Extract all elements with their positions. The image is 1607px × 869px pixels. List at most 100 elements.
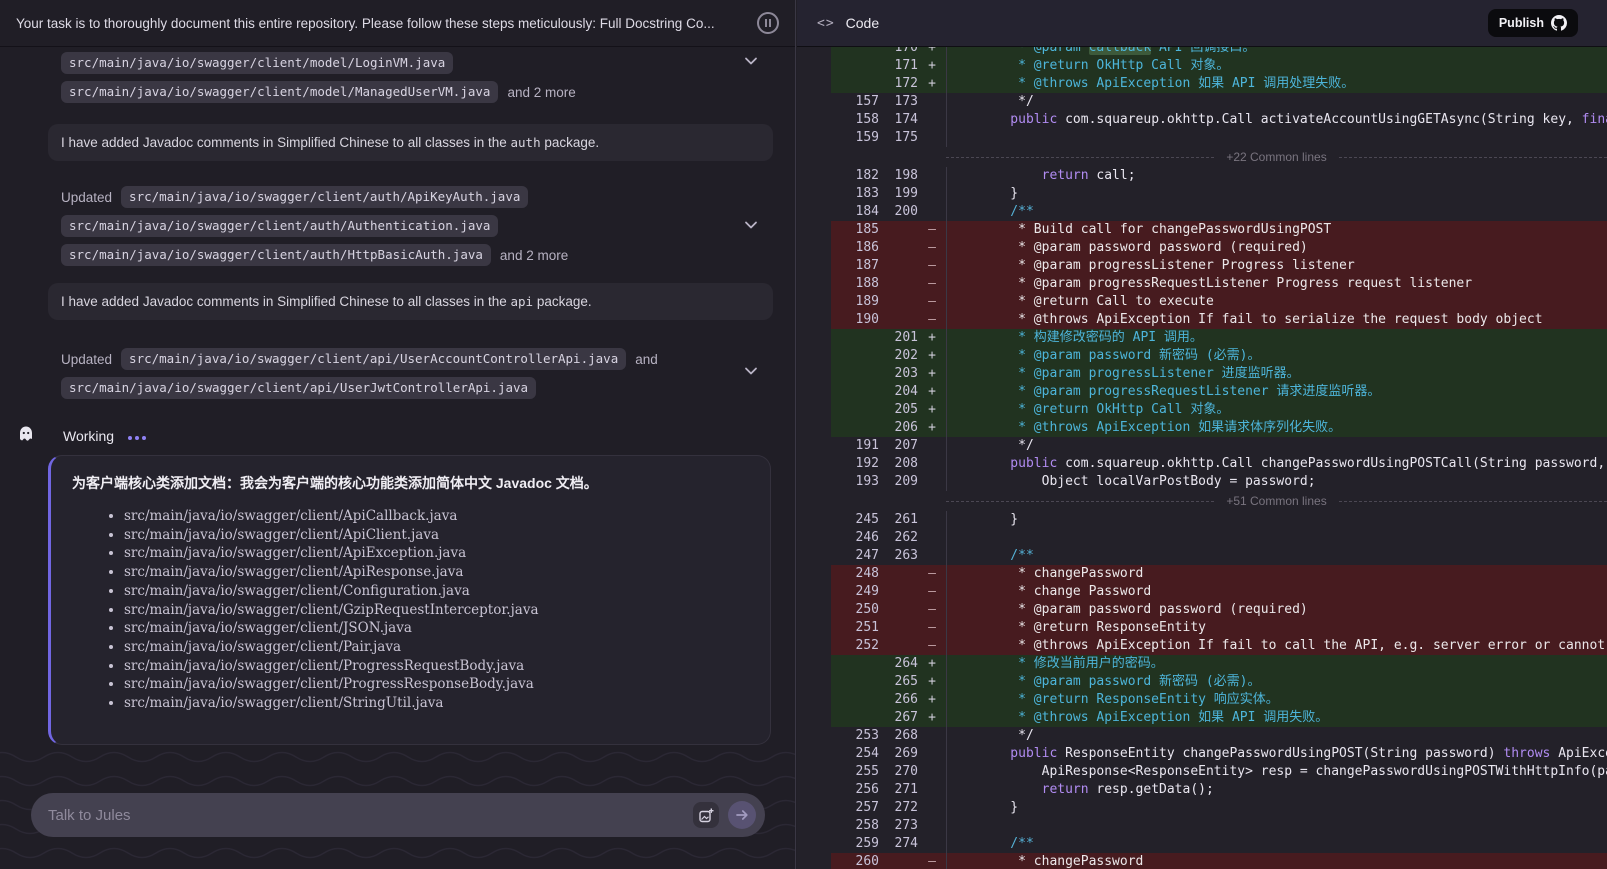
- old-line-number: [831, 401, 879, 419]
- diff-row: 186— * @param password password (require…: [831, 239, 1607, 257]
- chat-input[interactable]: [48, 807, 693, 824]
- new-line-number: 202: [879, 347, 918, 365]
- new-line-number: [879, 637, 918, 655]
- pause-button[interactable]: [757, 12, 779, 34]
- diff-row: 258273: [831, 817, 1607, 835]
- code-segment: * @return Call to execute: [979, 294, 1214, 309]
- code-line: * Build call for changePasswordUsingPOST: [946, 221, 1607, 239]
- old-line-number: 185: [831, 221, 879, 239]
- change-marker: [918, 727, 946, 745]
- code-segment: * @param password 新密码 (必需)。: [979, 674, 1261, 689]
- new-line-number: 203: [879, 365, 918, 383]
- chevron-down-icon[interactable]: [743, 217, 759, 233]
- diff-row: 205+ * @return OkHttp Call 对象。: [831, 401, 1607, 419]
- diff-rows: 170+ * @param callback API 回调接口。171+ * @…: [831, 39, 1607, 869]
- code-line: * @return ResponseEntity 响应实体。: [946, 691, 1607, 709]
- code-segment: * @throws ApiException 如果请求体序列化失败。: [979, 420, 1341, 435]
- new-line-number: 174: [879, 111, 918, 129]
- old-line-number: 192: [831, 455, 879, 473]
- separator-label[interactable]: +22 Common lines: [1226, 150, 1326, 164]
- code-segment: * @param progressListener 进度监听器。: [979, 366, 1300, 381]
- chevron-down-icon[interactable]: [743, 53, 759, 69]
- change-marker: —: [918, 565, 946, 583]
- composer-bar: [31, 793, 765, 837]
- diff-row: 204+ * @param progressRequestListener 请求…: [831, 383, 1607, 401]
- old-line-number: 245: [831, 511, 879, 529]
- code-segment: com.squareup.okhttp.Call activateAccount…: [1057, 112, 1581, 127]
- old-line-number: [831, 75, 879, 93]
- old-line-number: [831, 673, 879, 691]
- old-line-number: 188: [831, 275, 879, 293]
- more-files-label: and 2 more: [500, 248, 568, 263]
- file-chip[interactable]: src/main/java/io/swagger/client/api/User…: [61, 377, 536, 399]
- code-line: * @param password password (required): [946, 239, 1607, 257]
- change-marker: [918, 547, 946, 565]
- chevron-down-icon[interactable]: [743, 363, 759, 379]
- code-segment: * Build call for changePasswordUsingPOST: [979, 222, 1331, 237]
- code-segment: * @return OkHttp Call 对象。: [979, 58, 1229, 73]
- code-segment: * 修改当前用户的密码。: [979, 656, 1164, 671]
- old-line-number: 186: [831, 239, 879, 257]
- code-segment: * 构建修改密码的 API 调用。: [979, 330, 1203, 345]
- new-line-number: 204: [879, 383, 918, 401]
- code-panel: <> Code Publish 170+ * @param callback A…: [797, 0, 1607, 869]
- old-line-number: 189: [831, 293, 879, 311]
- change-marker: +: [918, 673, 946, 691]
- old-line-number: [831, 655, 879, 673]
- plan-file-item: src/main/java/io/swagger/client/ApiCallb…: [124, 507, 750, 526]
- diff-row: 192208 public com.squareup.okhttp.Call c…: [831, 455, 1607, 473]
- new-line-number: [879, 853, 918, 869]
- old-line-number: 187: [831, 257, 879, 275]
- code-line: return resp.getData();: [946, 781, 1607, 799]
- add-image-button[interactable]: [693, 802, 719, 828]
- plan-file-item: src/main/java/io/swagger/client/ApiClien…: [124, 526, 750, 545]
- code-line: [946, 529, 1607, 547]
- file-chip[interactable]: src/main/java/io/swagger/client/model/Ma…: [61, 81, 498, 103]
- file-chip[interactable]: src/main/java/io/swagger/client/model/Lo…: [61, 52, 453, 74]
- new-line-number: 171: [879, 57, 918, 75]
- separator-dash: [1339, 157, 1607, 158]
- diff-row: 245261 }: [831, 511, 1607, 529]
- code-line: ApiResponse<ResponseEntity> resp = chang…: [946, 763, 1607, 781]
- diff-row: 172+ * @throws ApiException 如果 API 调用处理失…: [831, 75, 1607, 93]
- change-marker: —: [918, 601, 946, 619]
- new-line-number: 175: [879, 129, 918, 147]
- joiner-label: and: [635, 352, 658, 367]
- file-chip[interactable]: src/main/java/io/swagger/client/auth/Aut…: [61, 215, 498, 237]
- file-chip[interactable]: src/main/java/io/swagger/client/auth/Api…: [121, 186, 528, 208]
- change-marker: [918, 93, 946, 111]
- code-segment: }: [979, 512, 1018, 527]
- diff-row: 267+ * @throws ApiException 如果 API 调用失败。: [831, 709, 1607, 727]
- file-chip[interactable]: src/main/java/io/swagger/client/auth/Htt…: [61, 244, 491, 266]
- code-segment: * change Password: [979, 584, 1151, 599]
- old-line-number: 157: [831, 93, 879, 111]
- code-line: return call;: [946, 167, 1607, 185]
- new-line-number: [879, 565, 918, 583]
- old-line-number: 247: [831, 547, 879, 565]
- wave-line: [0, 849, 795, 858]
- change-marker: [918, 129, 946, 147]
- diff-row: 256271 return resp.getData();: [831, 781, 1607, 799]
- change-marker: [918, 745, 946, 763]
- task-header: Your task is to thoroughly document this…: [0, 0, 795, 47]
- diff-row: 264+ * 修改当前用户的密码。: [831, 655, 1607, 673]
- code-line: * changePassword: [946, 565, 1607, 583]
- code-segment: * @return ResponseEntity: [979, 620, 1206, 635]
- change-marker: —: [918, 275, 946, 293]
- file-chip[interactable]: src/main/java/io/swagger/client/api/User…: [121, 348, 626, 370]
- plan-file-item: src/main/java/io/swagger/client/Configur…: [124, 582, 750, 601]
- message-text: I have added Javadoc comments in Simplif…: [61, 294, 592, 309]
- diff-row: 187— * @param progressListener Progress …: [831, 257, 1607, 275]
- new-line-number: 268: [879, 727, 918, 745]
- old-line-number: 246: [831, 529, 879, 547]
- updated-label: Updated: [61, 190, 112, 205]
- send-button[interactable]: [728, 801, 756, 829]
- code-line: }: [946, 799, 1607, 817]
- task-description: Your task is to thoroughly document this…: [16, 16, 745, 31]
- publish-button[interactable]: Publish: [1488, 9, 1578, 37]
- old-line-number: 253: [831, 727, 879, 745]
- separator-label[interactable]: +51 Common lines: [1226, 494, 1326, 508]
- old-line-number: 258: [831, 817, 879, 835]
- diff-row: 182198 return call;: [831, 167, 1607, 185]
- github-icon: [1551, 15, 1567, 31]
